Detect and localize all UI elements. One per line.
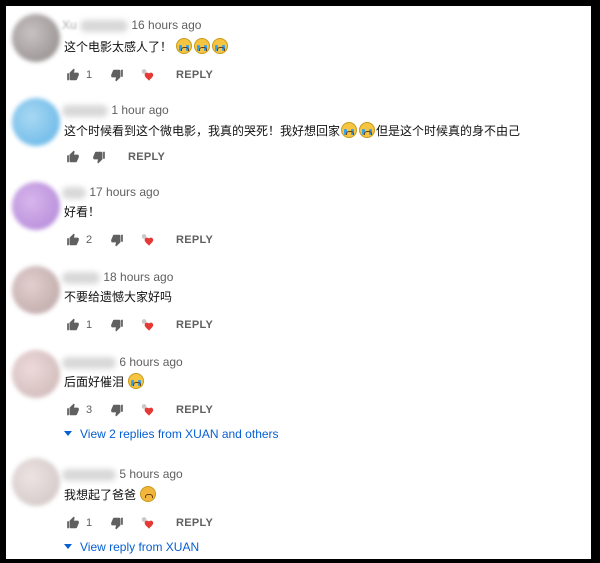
avatar[interactable] bbox=[12, 14, 60, 62]
comment-body: 后面好催泪 bbox=[64, 375, 125, 389]
creator-heart-icon bbox=[141, 234, 154, 246]
creator-heart-icon bbox=[141, 517, 154, 529]
creator-heart-icon bbox=[141, 319, 154, 331]
reply-button[interactable]: REPLY bbox=[176, 319, 213, 331]
author-name[interactable]: Xu bbox=[62, 18, 77, 32]
like-count: 1 bbox=[86, 517, 93, 529]
comment-actions: 1 REPLY bbox=[66, 318, 266, 334]
comment-text: 这个电影太感人了！ bbox=[64, 38, 229, 55]
reply-button[interactable]: REPLY bbox=[176, 517, 213, 529]
comment-text: 后面好催泪 bbox=[64, 373, 145, 390]
avatar[interactable] bbox=[12, 182, 60, 230]
avatar[interactable] bbox=[12, 98, 60, 146]
like-count: 3 bbox=[86, 404, 93, 416]
comments-panel: Xu 16 hours ago 这个电影太感人了！ 1 REPLY 1 hour… bbox=[6, 6, 591, 559]
comment-header: 1 hour ago bbox=[62, 103, 169, 119]
author-name-redaction bbox=[80, 19, 129, 32]
crying-emoji-icon bbox=[176, 38, 193, 54]
author-name-redaction bbox=[62, 468, 116, 481]
crying-emoji-icon bbox=[212, 38, 229, 54]
thumb-down-icon[interactable] bbox=[110, 318, 124, 332]
comment-actions: REPLY bbox=[66, 150, 266, 166]
creator-heart-icon bbox=[141, 69, 154, 81]
thumb-down-icon[interactable] bbox=[110, 403, 124, 417]
thumb-down-icon[interactable] bbox=[110, 68, 124, 82]
view-replies-button[interactable]: View 2 replies from XUAN and others bbox=[64, 427, 279, 445]
comment-actions: 3 REPLY bbox=[66, 403, 266, 419]
comment-text: 这个时候看到这个微电影，我真的哭死！我好想回家 但是这个时候真的身不由己 bbox=[64, 122, 520, 139]
chevron-down-icon bbox=[64, 544, 72, 549]
comment-header: 17 hours ago bbox=[62, 185, 159, 201]
crying-emoji-icon bbox=[128, 373, 145, 389]
comment-text: 我想起了爸爸 bbox=[64, 486, 157, 503]
thumb-down-icon[interactable] bbox=[92, 150, 106, 164]
thumb-down-icon[interactable] bbox=[110, 516, 124, 530]
view-replies-label: View reply from XUAN bbox=[80, 540, 200, 554]
reply-button[interactable]: REPLY bbox=[176, 404, 213, 416]
comment-actions: 2 REPLY bbox=[66, 233, 266, 249]
avatar[interactable] bbox=[12, 266, 60, 314]
timestamp[interactable]: 18 hours ago bbox=[103, 270, 173, 284]
thumb-up-icon[interactable] bbox=[66, 516, 80, 530]
timestamp[interactable]: 6 hours ago bbox=[119, 355, 182, 369]
reply-button[interactable]: REPLY bbox=[128, 151, 165, 163]
thumb-up-icon[interactable] bbox=[66, 318, 80, 332]
like-count: 1 bbox=[86, 69, 93, 81]
comment-header: Xu 16 hours ago bbox=[62, 18, 201, 34]
comment-body: 好看！ bbox=[64, 205, 101, 219]
crying-emoji-icon bbox=[194, 38, 211, 54]
comment-body-continued: 但是这个时候真的身不由己 bbox=[376, 124, 521, 138]
comment-actions: 1 REPLY bbox=[66, 68, 266, 84]
comment-actions: 1 REPLY bbox=[66, 516, 266, 532]
comment-text: 不要给遗憾大家好吗 bbox=[64, 289, 172, 305]
like-count: 1 bbox=[86, 319, 93, 331]
thumb-up-icon[interactable] bbox=[66, 233, 80, 247]
thumb-down-icon[interactable] bbox=[110, 233, 124, 247]
reply-button[interactable]: REPLY bbox=[176, 69, 213, 81]
comment-body: 这个电影太感人了！ bbox=[64, 40, 173, 54]
comment-text: 好看！ bbox=[64, 204, 100, 220]
avatar[interactable] bbox=[12, 350, 60, 398]
timestamp[interactable]: 5 hours ago bbox=[119, 467, 182, 481]
comment-header: 6 hours ago bbox=[62, 355, 183, 371]
thumb-up-icon[interactable] bbox=[66, 68, 80, 82]
comment-body: 不要给遗憾大家好吗 bbox=[64, 290, 173, 304]
author-name-redaction bbox=[62, 104, 108, 117]
author-name-redaction bbox=[62, 271, 100, 284]
avatar[interactable] bbox=[12, 458, 60, 506]
comment-header: 18 hours ago bbox=[62, 270, 173, 286]
thumb-up-icon[interactable] bbox=[66, 150, 80, 164]
chevron-down-icon bbox=[64, 431, 72, 436]
crying-emoji-icon bbox=[341, 122, 358, 138]
crying-emoji-icon bbox=[359, 122, 376, 138]
comment-header: 5 hours ago bbox=[62, 467, 183, 483]
author-name-redaction bbox=[62, 356, 116, 369]
creator-heart-icon bbox=[141, 404, 154, 416]
view-replies-label: View 2 replies from XUAN and others bbox=[80, 427, 279, 441]
thumb-up-icon[interactable] bbox=[66, 403, 80, 417]
timestamp[interactable]: 16 hours ago bbox=[131, 18, 201, 32]
view-replies-button[interactable]: View reply from XUAN bbox=[64, 540, 199, 558]
reply-button[interactable]: REPLY bbox=[176, 234, 213, 246]
timestamp[interactable]: 17 hours ago bbox=[89, 185, 159, 199]
timestamp[interactable]: 1 hour ago bbox=[111, 103, 168, 117]
like-count: 2 bbox=[86, 234, 93, 246]
sad-emoji-icon bbox=[140, 486, 157, 502]
author-name-redaction bbox=[62, 186, 86, 199]
comment-body: 这个时候看到这个微电影，我真的哭死！我好想回家 bbox=[64, 124, 341, 138]
comment-body: 我想起了爸爸 bbox=[64, 488, 137, 502]
